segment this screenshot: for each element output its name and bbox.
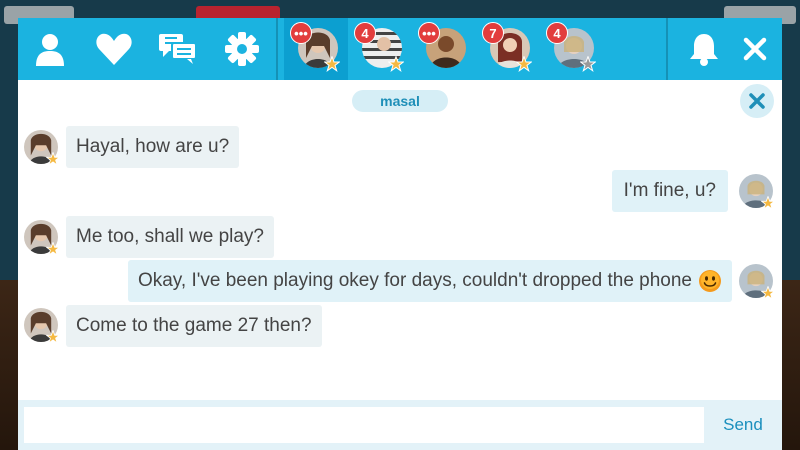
star-icon: [580, 56, 596, 72]
favorites-button[interactable]: [82, 18, 146, 80]
smiley-emoji-icon: [699, 270, 721, 292]
messages-button[interactable]: [146, 18, 210, 80]
chat-bubbles-icon: [159, 34, 197, 64]
message-bubble: I'm fine, u?: [611, 170, 728, 212]
typing-badge: •••: [418, 22, 440, 44]
conversation-tab[interactable]: 7: [476, 18, 540, 80]
message-bubble: Hayal, how are u?: [66, 126, 240, 168]
message-input[interactable]: [24, 407, 704, 443]
message-avatar: [24, 130, 66, 172]
message-avatar: [739, 174, 781, 216]
message-bubble: Okay, I've been playing okey for days, c…: [127, 260, 732, 302]
close-chat-window-button[interactable]: [728, 18, 782, 80]
close-conversation-button[interactable]: [740, 84, 774, 118]
message-text: Okay, I've been playing okey for days, c…: [137, 270, 692, 291]
message-text: I'm fine, u?: [623, 180, 716, 201]
message-bubble: Come to the game 27 then?: [66, 305, 322, 347]
star-icon: [516, 56, 532, 72]
message-avatar: [24, 220, 66, 262]
bell-icon: [690, 34, 718, 66]
close-icon: [743, 37, 767, 61]
star-icon: [46, 330, 60, 344]
message-composer: Send: [18, 400, 782, 450]
profile-button[interactable]: [18, 18, 82, 80]
person-icon: [36, 34, 64, 66]
star-icon: [761, 196, 775, 210]
settings-button[interactable]: [210, 18, 274, 80]
gear-icon: [225, 32, 259, 66]
message-text: Hayal, how are u?: [76, 136, 230, 157]
star-icon: [46, 152, 60, 166]
chat-panel: ••• 4 ••• 7 4 masal Hayal, how are u? I'…: [18, 18, 782, 450]
typing-badge: •••: [290, 22, 312, 44]
notifications-button[interactable]: [672, 18, 736, 80]
heart-icon: [96, 33, 132, 65]
star-icon: [761, 286, 775, 300]
conversation-tab[interactable]: 4: [348, 18, 412, 80]
message-text: Come to the game 27 then?: [76, 315, 312, 336]
chat-top-bar: ••• 4 ••• 7 4: [18, 18, 782, 80]
message-avatar: [739, 264, 781, 306]
conversation-tab[interactable]: •••: [412, 18, 476, 80]
message-bubble: Me too, shall we play?: [66, 216, 274, 258]
conversation-tab[interactable]: •••: [284, 18, 348, 80]
star-icon: [388, 56, 404, 72]
close-icon: [749, 93, 765, 109]
star-icon: [46, 242, 60, 256]
top-bar-divider: [276, 18, 278, 80]
star-icon: [324, 56, 340, 72]
unread-badge: 4: [546, 22, 568, 44]
message-avatar: [24, 308, 66, 350]
top-bar-divider: [666, 18, 668, 80]
message-text: Me too, shall we play?: [76, 226, 264, 247]
chat-partner-name: masal: [352, 90, 448, 112]
unread-badge: 7: [482, 22, 504, 44]
unread-badge: 4: [354, 22, 376, 44]
conversation-tab[interactable]: 4: [540, 18, 604, 80]
send-button[interactable]: Send: [708, 407, 778, 443]
